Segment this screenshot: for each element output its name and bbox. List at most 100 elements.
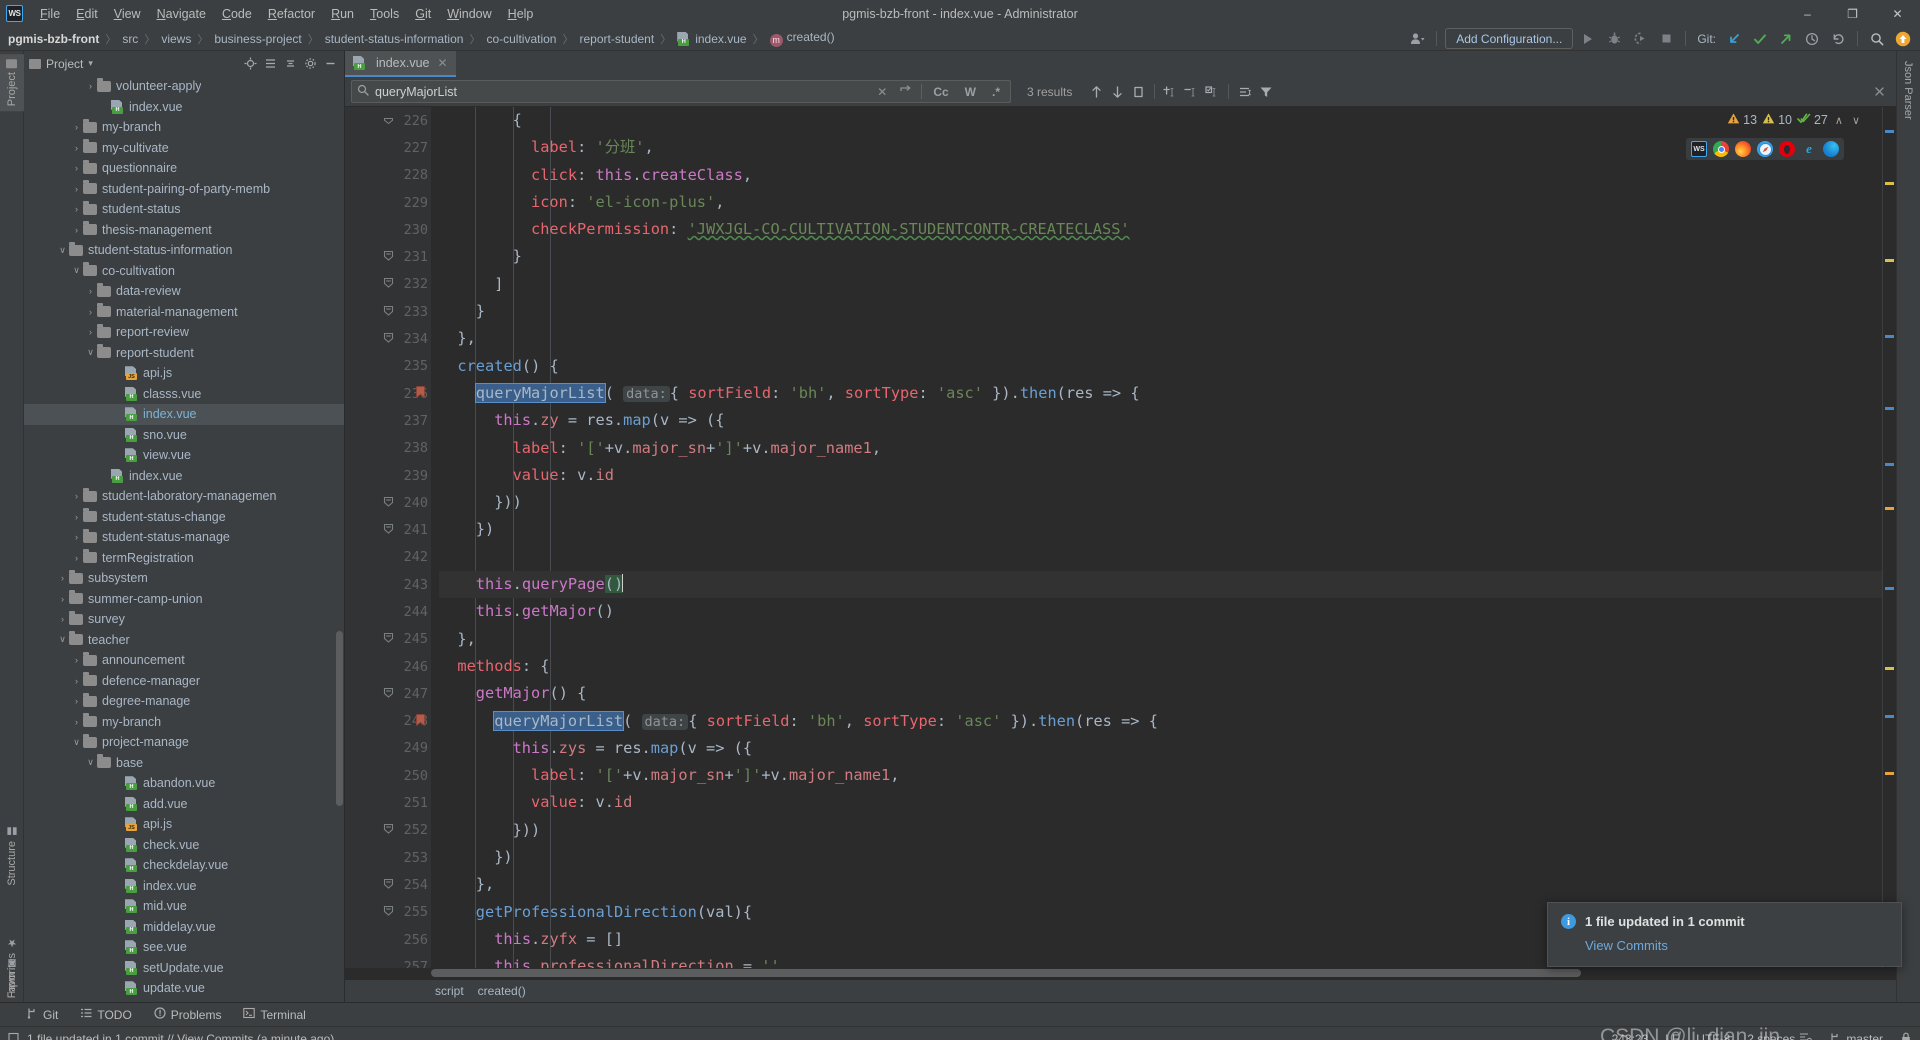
tree-item[interactable]: Hxysapply.vue xyxy=(24,999,344,1002)
tree-item[interactable]: › report-review xyxy=(24,322,344,343)
tree-scrollbar[interactable] xyxy=(336,631,343,806)
fold-marker-icon[interactable] xyxy=(381,523,395,537)
breadcrumb-item-index-vue[interactable]: Hindex.vue xyxy=(675,31,748,46)
indent-icon[interactable] xyxy=(1799,1032,1813,1040)
tree-item[interactable]: › subsystem xyxy=(24,568,344,589)
caret-position[interactable]: 243:23 xyxy=(1612,1032,1649,1040)
tree-item[interactable]: › announcement xyxy=(24,650,344,671)
editor-gutter[interactable]: 226 227 228 229 230 231232233234 235 236 237 238 2… xyxy=(345,107,431,968)
maximize-button[interactable]: ❐ xyxy=(1830,0,1875,27)
gutter-line[interactable]: 247 xyxy=(345,680,431,707)
tree-item[interactable]: › defence-manager xyxy=(24,671,344,692)
menu-window[interactable]: Window xyxy=(439,3,499,25)
ok-count-item[interactable]: 27 xyxy=(1797,112,1828,128)
notification-balloon[interactable]: i 1 file updated in 1 commit View Commit… xyxy=(1547,902,1902,967)
tree-item[interactable]: Hview.vue xyxy=(24,445,344,466)
warning-count-item[interactable]: 10 xyxy=(1762,112,1792,128)
update-available-icon[interactable] xyxy=(1892,28,1914,49)
code-line[interactable]: value: v.id xyxy=(439,789,1882,816)
gutter-line[interactable]: 248 xyxy=(345,708,431,735)
branch-icon[interactable] xyxy=(1829,1032,1841,1040)
code-line[interactable]: { xyxy=(439,107,1882,134)
error-count-item[interactable]: 13 xyxy=(1727,112,1757,128)
tree-item[interactable]: › summer-camp-union xyxy=(24,589,344,610)
code-line[interactable]: label: '['+v.major_sn+']'+v.major_name1, xyxy=(439,435,1882,462)
words-toggle[interactable]: W xyxy=(960,85,981,99)
gutter-line[interactable]: 245 xyxy=(345,626,431,653)
tree-item[interactable]: Hmiddelay.vue xyxy=(24,917,344,938)
tree-item[interactable]: › thesis-management xyxy=(24,220,344,241)
clear-search-icon[interactable]: ✕ xyxy=(874,85,890,99)
expand-arrow-icon[interactable]: › xyxy=(70,204,83,214)
gutter-line[interactable]: 236 xyxy=(345,380,431,407)
code-area[interactable]: {label: '分班', click: this.createClass, ico… xyxy=(431,107,1882,968)
tree-item[interactable]: Hclasss.vue xyxy=(24,384,344,405)
tree-item[interactable]: › my-branch xyxy=(24,712,344,733)
gutter-line[interactable]: 239 xyxy=(345,462,431,489)
fold-marker-icon[interactable] xyxy=(381,332,395,346)
match-case-toggle[interactable]: Cc xyxy=(928,85,953,99)
gutter-line[interactable]: 255 xyxy=(345,899,431,926)
code-line[interactable]: methods: { xyxy=(439,653,1882,680)
push-icon[interactable] xyxy=(1775,28,1797,49)
gutter-line[interactable]: 243 xyxy=(345,571,431,598)
close-tab-icon[interactable]: ✕ xyxy=(438,56,448,70)
expand-arrow-icon[interactable]: › xyxy=(70,163,83,173)
code-line[interactable]: this.zy = res.map(v => ({ xyxy=(439,407,1882,434)
tree-item[interactable]: Hindex.vue xyxy=(24,97,344,118)
gutter-line[interactable]: 240 xyxy=(345,489,431,516)
expand-arrow-icon[interactable]: › xyxy=(70,184,83,194)
bookmark-icon[interactable] xyxy=(413,713,427,729)
select-occurrences-icon[interactable] xyxy=(1202,81,1223,103)
chevron-down-icon[interactable]: ▾ xyxy=(88,58,93,69)
breadcrumb-item-student-status-information[interactable]: student-status-information xyxy=(323,32,466,46)
menu-navigate[interactable]: Navigate xyxy=(149,3,214,25)
tree-item[interactable]: › questionnaire xyxy=(24,158,344,179)
code-line[interactable]: }) xyxy=(439,844,1882,871)
expand-arrow-icon[interactable]: › xyxy=(70,122,83,132)
tool-window-terminal[interactable]: Terminal xyxy=(243,1007,306,1022)
code-line[interactable]: icon: 'el-icon-plus', xyxy=(439,189,1882,216)
git-branch-name[interactable]: master xyxy=(1846,1032,1883,1040)
footer-crumb-script[interactable]: script xyxy=(431,984,468,998)
breadcrumb-item-business-project[interactable]: business-project xyxy=(212,32,303,46)
menu-view[interactable]: View xyxy=(106,3,149,25)
tool-window-project[interactable]: Project xyxy=(0,54,24,112)
view-commits-link[interactable]: View Commits xyxy=(1585,938,1888,953)
fold-marker-icon[interactable] xyxy=(381,632,395,646)
menu-tools[interactable]: Tools xyxy=(362,3,407,25)
tree-item[interactable]: › student-status-manage xyxy=(24,527,344,548)
code-line[interactable]: } xyxy=(439,298,1882,325)
code-line[interactable] xyxy=(439,544,1882,571)
tool-window-problems[interactable]: Problems xyxy=(154,1007,221,1022)
chevron-down-icon[interactable]: ∨ xyxy=(1850,114,1862,127)
gutter-line[interactable]: 237 xyxy=(345,407,431,434)
tree-item[interactable]: Habandon.vue xyxy=(24,773,344,794)
tree-item[interactable]: › my-branch xyxy=(24,117,344,138)
expand-arrow-icon[interactable]: › xyxy=(56,573,69,583)
tree-item[interactable]: › student-laboratory-managemen xyxy=(24,486,344,507)
menu-edit[interactable]: Edit xyxy=(68,3,106,25)
gutter-line[interactable]: 232 xyxy=(345,271,431,298)
editor-tab-index-vue[interactable]: H index.vue ✕ xyxy=(345,51,456,77)
stop-icon[interactable] xyxy=(1655,28,1677,49)
bookmark-icon[interactable] xyxy=(413,386,427,401)
code-line[interactable]: this.queryPage() xyxy=(439,571,1882,599)
code-line[interactable]: queryMajorList( data:{ sortField: 'bh', … xyxy=(439,380,1882,407)
tree-item[interactable]: › student-pairing-of-party-memb xyxy=(24,179,344,200)
tree-item[interactable]: Hadd.vue xyxy=(24,794,344,815)
gutter-line[interactable]: 227 xyxy=(345,134,431,161)
find-input-wrapper[interactable]: queryMajorList ✕ Cc W .* xyxy=(351,80,1011,103)
fold-marker-icon[interactable] xyxy=(381,114,395,128)
internet-explorer-browser-icon[interactable]: e xyxy=(1801,141,1817,157)
line-separator[interactable]: LF xyxy=(1665,1032,1679,1040)
code-line[interactable]: value: v.id xyxy=(439,462,1882,489)
tree-item[interactable]: › my-cultivate xyxy=(24,138,344,159)
commit-icon[interactable] xyxy=(1749,28,1771,49)
history-icon[interactable] xyxy=(1801,28,1823,49)
gutter-line[interactable]: 244 xyxy=(345,598,431,625)
expand-arrow-icon[interactable]: ∨ xyxy=(70,737,83,748)
menu-run[interactable]: Run xyxy=(323,3,362,25)
code-line[interactable]: }) xyxy=(439,516,1882,543)
expand-all-icon[interactable] xyxy=(261,55,279,73)
